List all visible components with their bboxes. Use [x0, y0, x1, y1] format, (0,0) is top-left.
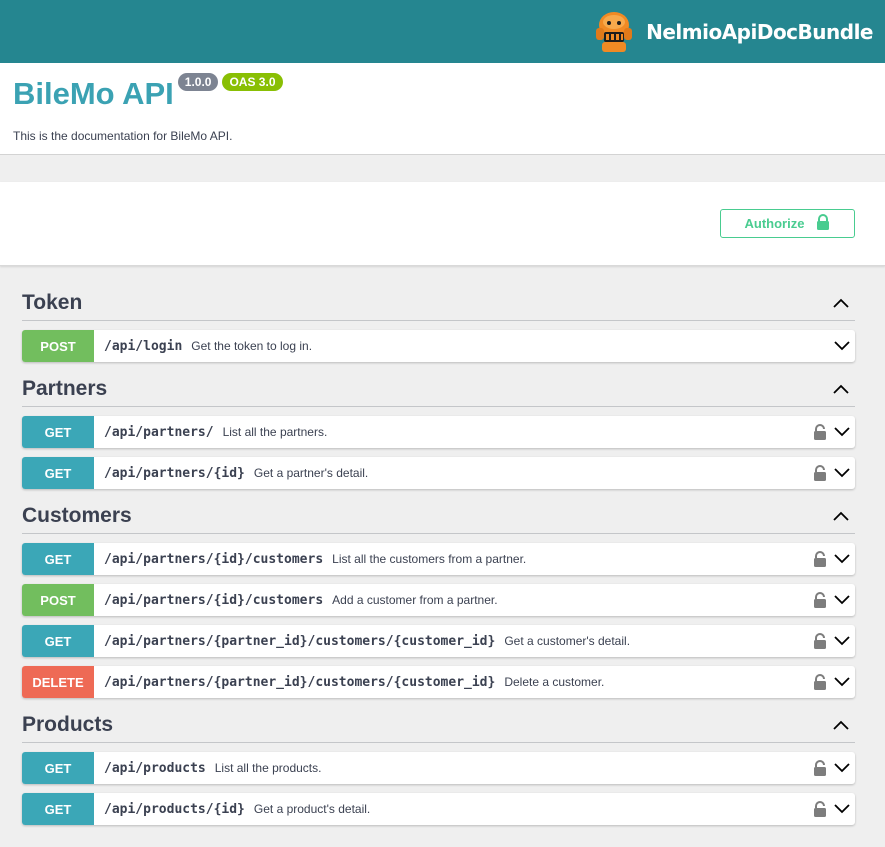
authorize-label: Authorize [744, 216, 805, 231]
method-badge: GET [22, 457, 94, 489]
operation-path: /api/login [104, 338, 183, 354]
tag-name: Products [22, 712, 114, 736]
operation-actions [813, 625, 855, 657]
lock-icon[interactable] [813, 550, 827, 568]
operation-path: /api/partners/{partner_id}/customers/{cu… [104, 633, 496, 649]
method-badge: POST [22, 584, 94, 616]
chevron-down-icon[interactable] [833, 803, 851, 815]
chevron-down-icon[interactable] [833, 553, 851, 565]
operation-row[interactable]: GET/api/partners/List all the partners. [22, 416, 855, 448]
operation-row[interactable]: GET/api/partners/{partner_id}/customers/… [22, 625, 855, 657]
oas-badge: OAS 3.0 [222, 73, 283, 91]
tag-header[interactable]: Products [22, 707, 855, 743]
operation-path: /api/products [104, 760, 206, 776]
chevron-up-icon[interactable] [830, 292, 852, 314]
operation-path: /api/partners/{id}/customers [104, 592, 324, 608]
operation-row[interactable]: GET/api/partners/{id} Get a partner's det… [22, 457, 855, 489]
tag-section-partners: Partners GET/api/partners/List all the pa… [22, 371, 855, 489]
chevron-down-icon[interactable] [833, 676, 851, 688]
tag-section-customers: Customers GET/api/partners/{id}/customers… [22, 498, 855, 698]
operation-actions [833, 330, 855, 362]
chevron-down-icon[interactable] [833, 762, 851, 774]
operation-summary: List all the products. [214, 761, 322, 775]
operation-summary: Get the token to log in. [191, 339, 313, 353]
lock-icon[interactable] [813, 800, 827, 818]
chevron-down-icon[interactable] [833, 635, 851, 647]
operation-actions [813, 416, 855, 448]
scheme-container: Authorize [0, 182, 885, 266]
operation-row[interactable]: POST/api/partners/{id}/customers Add a cu… [22, 584, 855, 616]
operation-summary: Get a partner's detail. [253, 466, 369, 480]
chevron-down-icon[interactable] [833, 467, 851, 479]
brand[interactable]: NelmioApiDocBundle [590, 10, 873, 54]
method-badge: GET [22, 793, 94, 825]
lock-open-icon [816, 213, 830, 234]
chevron-up-icon[interactable] [830, 505, 852, 527]
operation-summary: Add a customer from a partner. [332, 593, 498, 607]
operation-path: /api/partners/{partner_id}/customers/{cu… [104, 674, 496, 690]
nelmio-robot-logo-icon [590, 10, 638, 54]
operation-path: /api/products/{id} [104, 801, 245, 817]
operation-row[interactable]: GET/api/products List all the products. [22, 752, 855, 784]
operation-actions [813, 666, 855, 698]
tag-name: Token [22, 290, 83, 314]
chevron-down-icon[interactable] [833, 340, 851, 352]
tag-section-products: Products GET/api/products List all the pro… [22, 707, 855, 825]
method-badge: GET [22, 416, 94, 448]
api-description: This is the documentation for BileMo API… [13, 129, 233, 143]
version-badge: 1.0.0 [177, 73, 219, 91]
tag-section-token: Token POST/api/login Get the token to log … [22, 285, 855, 362]
chevron-down-icon[interactable] [833, 426, 851, 438]
operation-actions [813, 752, 855, 784]
tag-name: Partners [22, 376, 108, 400]
chevron-up-icon[interactable] [830, 714, 852, 736]
operation-actions [813, 457, 855, 489]
operation-path: /api/partners/ [104, 424, 214, 440]
api-info: BileMo API 1.0.0 OAS 3.0 This is the doc… [0, 63, 885, 155]
method-badge: GET [22, 543, 94, 575]
method-badge: DELETE [22, 666, 94, 698]
lock-icon[interactable] [813, 591, 827, 609]
tag-header[interactable]: Partners [22, 371, 855, 407]
brand-name: NelmioApiDocBundle [646, 19, 873, 44]
operation-actions [813, 584, 855, 616]
lock-icon[interactable] [813, 632, 827, 650]
chevron-down-icon[interactable] [833, 594, 851, 606]
operation-row[interactable]: GET/api/partners/{id}/customers List all … [22, 543, 855, 575]
authorize-button[interactable]: Authorize [720, 209, 855, 238]
tag-list: Token POST/api/login Get the token to log … [0, 266, 885, 825]
lock-icon[interactable] [813, 464, 827, 482]
operation-summary: List all the customers from a partner. [332, 552, 527, 566]
operation-row[interactable]: DELETE/api/partners/{partner_id}/custome… [22, 666, 855, 698]
method-badge: POST [22, 330, 94, 362]
topbar: NelmioApiDocBundle [0, 0, 885, 63]
lock-icon[interactable] [813, 673, 827, 691]
operation-summary: Delete a customer. [504, 675, 605, 689]
operation-summary: Get a product's detail. [253, 802, 371, 816]
tag-header[interactable]: Token [22, 285, 855, 321]
operation-summary: Get a customer's detail. [504, 634, 631, 648]
method-badge: GET [22, 625, 94, 657]
operation-actions [813, 793, 855, 825]
api-title: BileMo API [13, 76, 174, 111]
tag-header[interactable]: Customers [22, 498, 855, 534]
tag-name: Customers [22, 503, 132, 527]
operation-path: /api/partners/{id} [104, 465, 245, 481]
operation-path: /api/partners/{id}/customers [104, 551, 324, 567]
lock-icon[interactable] [813, 423, 827, 441]
operation-row[interactable]: GET/api/products/{id} Get a product's det… [22, 793, 855, 825]
lock-icon[interactable] [813, 759, 827, 777]
method-badge: GET [22, 752, 94, 784]
operation-row[interactable]: POST/api/login Get the token to log in. [22, 330, 855, 362]
operation-summary: List all the partners. [222, 425, 328, 439]
operation-actions [813, 543, 855, 575]
chevron-up-icon[interactable] [830, 378, 852, 400]
